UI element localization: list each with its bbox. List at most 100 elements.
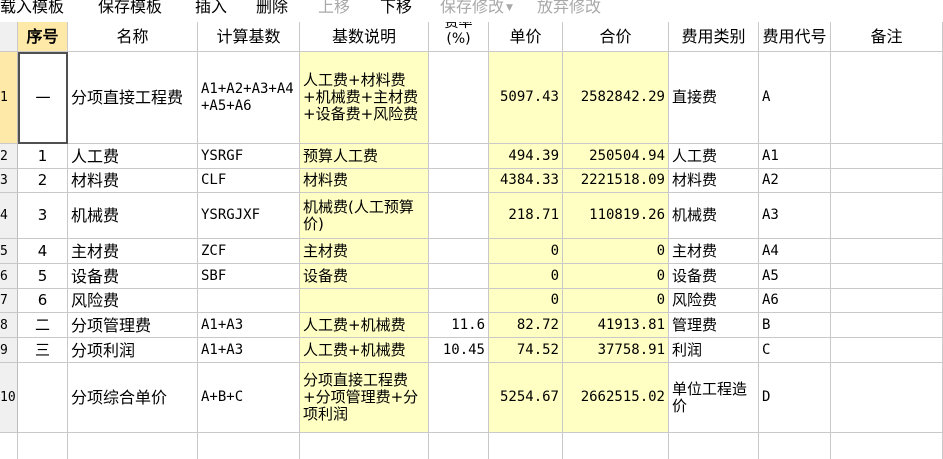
remark-cell[interactable] (831, 52, 943, 144)
fee-type-cell[interactable]: 机械费 (669, 193, 759, 239)
remark-cell[interactable] (831, 169, 943, 193)
fee-code-cell[interactable]: A (759, 52, 831, 144)
base-cell[interactable]: A+B+C (198, 363, 300, 433)
base-cell[interactable]: CLF (198, 169, 300, 193)
total-cell[interactable]: 2662515.02 (563, 363, 669, 433)
fee-code-cell[interactable]: A1 (759, 144, 831, 169)
move-up-button[interactable]: 上移 (318, 0, 350, 17)
fee-code-cell[interactable]: A5 (759, 264, 831, 289)
unit-price-cell[interactable]: 0 (489, 289, 563, 313)
name-cell[interactable]: 主材费 (68, 239, 198, 264)
delete-button[interactable]: 删除 (256, 0, 288, 17)
row-number[interactable]: 6 (0, 264, 18, 289)
base-desc-cell[interactable]: 材料费 (300, 169, 429, 193)
total-cell[interactable]: 250504.94 (563, 144, 669, 169)
remark-cell[interactable] (831, 239, 943, 264)
rate-cell[interactable] (429, 363, 489, 433)
total-cell[interactable]: 110819.26 (563, 193, 669, 239)
unit-price-cell[interactable]: 5254.67 (489, 363, 563, 433)
base-desc-cell[interactable]: 主材费 (300, 239, 429, 264)
col-header-base[interactable]: 计算基数 (198, 22, 300, 52)
fee-type-cell[interactable]: 人工费 (669, 144, 759, 169)
name-cell[interactable]: 分项管理费 (68, 313, 198, 338)
save-changes-button[interactable]: 保存修改 ▼ (440, 0, 513, 18)
fee-code-cell[interactable]: A2 (759, 169, 831, 193)
insert-button[interactable]: 插入 (195, 0, 227, 17)
rate-cell[interactable] (429, 169, 489, 193)
remark-cell[interactable] (831, 193, 943, 239)
base-cell[interactable]: YSRGF (198, 144, 300, 169)
remark-cell[interactable] (831, 313, 943, 338)
discard-changes-button[interactable]: 放弃修改 (537, 0, 601, 17)
fee-type-cell[interactable]: 利润 (669, 338, 759, 363)
seq-cell[interactable]: 5 (18, 264, 68, 289)
fee-code-cell[interactable]: A6 (759, 289, 831, 313)
col-header-remark[interactable]: 备注 (831, 22, 943, 52)
seq-cell[interactable]: 1 (18, 144, 68, 169)
base-cell[interactable]: A1+A3 (198, 338, 300, 363)
base-desc-cell[interactable]: 分项直接工程费+分项管理费+分项利润 (300, 363, 429, 433)
base-cell[interactable] (198, 289, 300, 313)
col-header-fee-code[interactable]: 费用代号 (759, 22, 831, 52)
rate-cell[interactable]: 10.45 (429, 338, 489, 363)
unit-price-cell[interactable]: 0 (489, 264, 563, 289)
table-row[interactable]: 9 三 分项利润 A1+A3 人工费+机械费 10.45 74.52 37758… (0, 338, 943, 363)
total-cell[interactable]: 37758.91 (563, 338, 669, 363)
fee-type-cell[interactable]: 单位工程造价 (669, 363, 759, 433)
name-cell[interactable]: 风险费 (68, 289, 198, 313)
col-header-unit-price[interactable]: 单价 (489, 22, 563, 52)
fee-code-cell[interactable]: A4 (759, 239, 831, 264)
row-number[interactable]: 3 (0, 169, 18, 193)
seq-cell[interactable]: 二 (18, 313, 68, 338)
rate-cell[interactable] (429, 144, 489, 169)
row-number[interactable]: 5 (0, 239, 18, 264)
base-cell[interactable]: YSRGJXF (198, 193, 300, 239)
unit-price-cell[interactable]: 218.71 (489, 193, 563, 239)
row-number[interactable]: 10 (0, 363, 18, 433)
fee-code-cell[interactable]: D (759, 363, 831, 433)
col-header-base-desc[interactable]: 基数说明 (300, 22, 429, 52)
load-template-button[interactable]: 载入模板 (0, 0, 64, 17)
unit-price-cell[interactable]: 4384.33 (489, 169, 563, 193)
base-desc-cell[interactable]: 机械费(人工预算价) (300, 193, 429, 239)
total-cell[interactable]: 0 (563, 239, 669, 264)
base-desc-cell[interactable]: 人工费+材料费+机械费+主材费+设备费+风险费 (300, 52, 429, 144)
table-row[interactable]: 4 3 机械费 YSRGJXF 机械费(人工预算价) 218.71 110819… (0, 193, 943, 239)
name-cell[interactable]: 材料费 (68, 169, 198, 193)
name-cell[interactable]: 人工费 (68, 144, 198, 169)
col-header-name[interactable]: 名称 (68, 22, 198, 52)
rate-cell[interactable] (429, 264, 489, 289)
name-cell[interactable]: 机械费 (68, 193, 198, 239)
seq-cell[interactable]: 2 (18, 169, 68, 193)
fee-code-cell[interactable]: B (759, 313, 831, 338)
name-cell[interactable]: 分项综合单价 (68, 363, 198, 433)
seq-cell[interactable]: 三 (18, 338, 68, 363)
row-number[interactable]: 1 (0, 52, 18, 144)
seq-cell[interactable]: 4 (18, 239, 68, 264)
table-row[interactable]: 7 6 风险费 0 0 风险费 A6 (0, 289, 943, 313)
unit-price-cell[interactable]: 5097.43 (489, 52, 563, 144)
rate-cell[interactable] (429, 239, 489, 264)
base-desc-cell[interactable]: 预算人工费 (300, 144, 429, 169)
unit-price-cell[interactable]: 0 (489, 239, 563, 264)
seq-cell[interactable]: 6 (18, 289, 68, 313)
table-row[interactable]: 5 4 主材费 ZCF 主材费 0 0 主材费 A4 (0, 239, 943, 264)
row-number[interactable]: 2 (0, 144, 18, 169)
row-number[interactable]: 8 (0, 313, 18, 338)
fee-type-cell[interactable]: 材料费 (669, 169, 759, 193)
base-desc-cell[interactable]: 设备费 (300, 264, 429, 289)
fee-type-cell[interactable]: 设备费 (669, 264, 759, 289)
row-number[interactable]: 4 (0, 193, 18, 239)
table-row[interactable]: 3 2 材料费 CLF 材料费 4384.33 2221518.09 材料费 A… (0, 169, 943, 193)
fee-code-cell[interactable]: C (759, 338, 831, 363)
seq-cell[interactable]: 3 (18, 193, 68, 239)
total-cell[interactable]: 41913.81 (563, 313, 669, 338)
remark-cell[interactable] (831, 144, 943, 169)
base-desc-cell[interactable]: 人工费+机械费 (300, 313, 429, 338)
unit-price-cell[interactable]: 494.39 (489, 144, 563, 169)
rate-cell[interactable] (429, 289, 489, 313)
name-cell[interactable]: 分项直接工程费 (68, 52, 198, 144)
remark-cell[interactable] (831, 289, 943, 313)
fee-type-cell[interactable]: 管理费 (669, 313, 759, 338)
total-cell[interactable]: 0 (563, 264, 669, 289)
